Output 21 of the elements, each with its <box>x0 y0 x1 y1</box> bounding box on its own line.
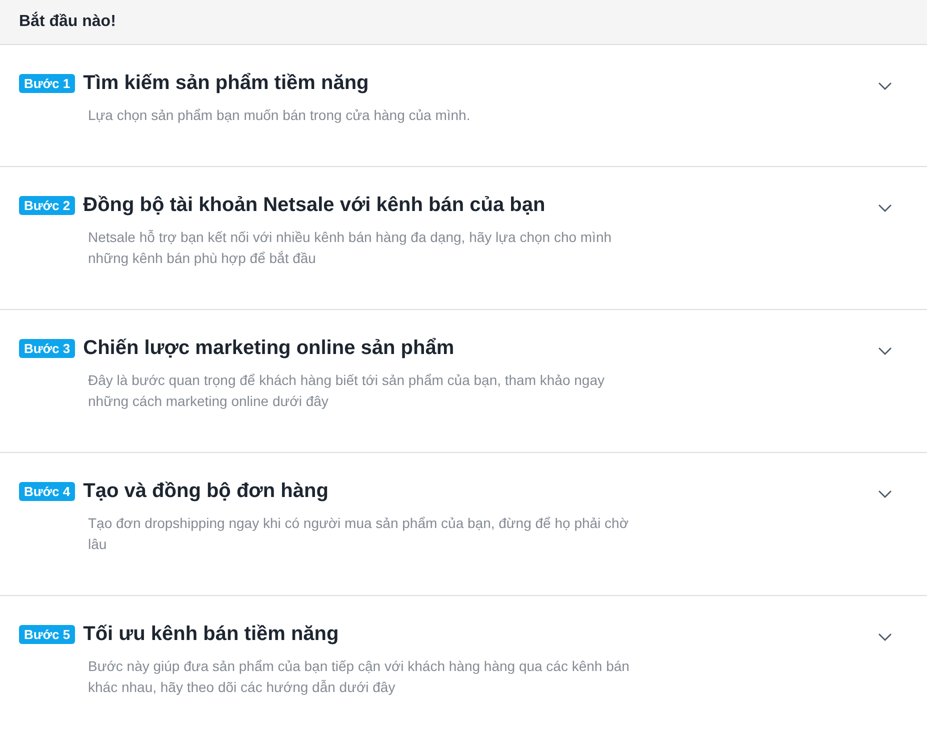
chevron-icon[interactable] <box>878 204 892 213</box>
step-title: Tìm kiếm sản phẩm tiềm năng <box>83 72 369 94</box>
chevron-icon[interactable] <box>878 347 892 356</box>
chevron-icon[interactable] <box>878 490 892 499</box>
step-badge: Bước 4 <box>19 482 76 500</box>
step-badge: Bước 5 <box>19 624 76 644</box>
step-description: Đây là bước quan trọng để khách hàng biết tới sản phẩm của bạn, tham khảo ngay những cách marketing online dưới đây <box>88 371 606 411</box>
step-description: Tạo đơn dropshipping ngay khi có người mua sản phẩm của bạn, đừng để họ phải chờ lâu <box>88 514 630 554</box>
step-description: Bước này giúp đưa sản phẩm của bạn tiếp cận với khách hàng hàng qua các kênh bán khác nhau, hãy theo dõi các hướng dẫn dưới đây <box>88 657 630 697</box>
step-description: Lựa chọn sản phẩm bạn muốn bán trong cửa hàng của mình. <box>88 106 472 125</box>
step-badge: Bước 3 <box>19 338 76 358</box>
step-badge: Bước 2 <box>19 196 76 214</box>
chevron-icon[interactable] <box>878 82 892 91</box>
step-badge: Bước 1 <box>19 74 76 92</box>
step-title: Tối ưu kênh bán tiềm năng <box>83 622 339 646</box>
chevron-icon[interactable] <box>878 633 892 642</box>
page-title: Bắt đầu nào! <box>19 13 116 31</box>
step-title: Đồng bộ tài khoản Netsale với kênh bán của bạn <box>83 194 546 216</box>
step-description: Netsale hỗ trợ bạn kết nối với nhiều kênh bán hàng đa dạng, hãy lựa chọn cho mình những kênh bán phù hợp để bắt đầu <box>88 228 613 268</box>
step-title: Chiến lược marketing online sản phẩm <box>83 336 454 360</box>
step-title: Tạo và đồng bộ đơn hàng <box>83 480 328 502</box>
